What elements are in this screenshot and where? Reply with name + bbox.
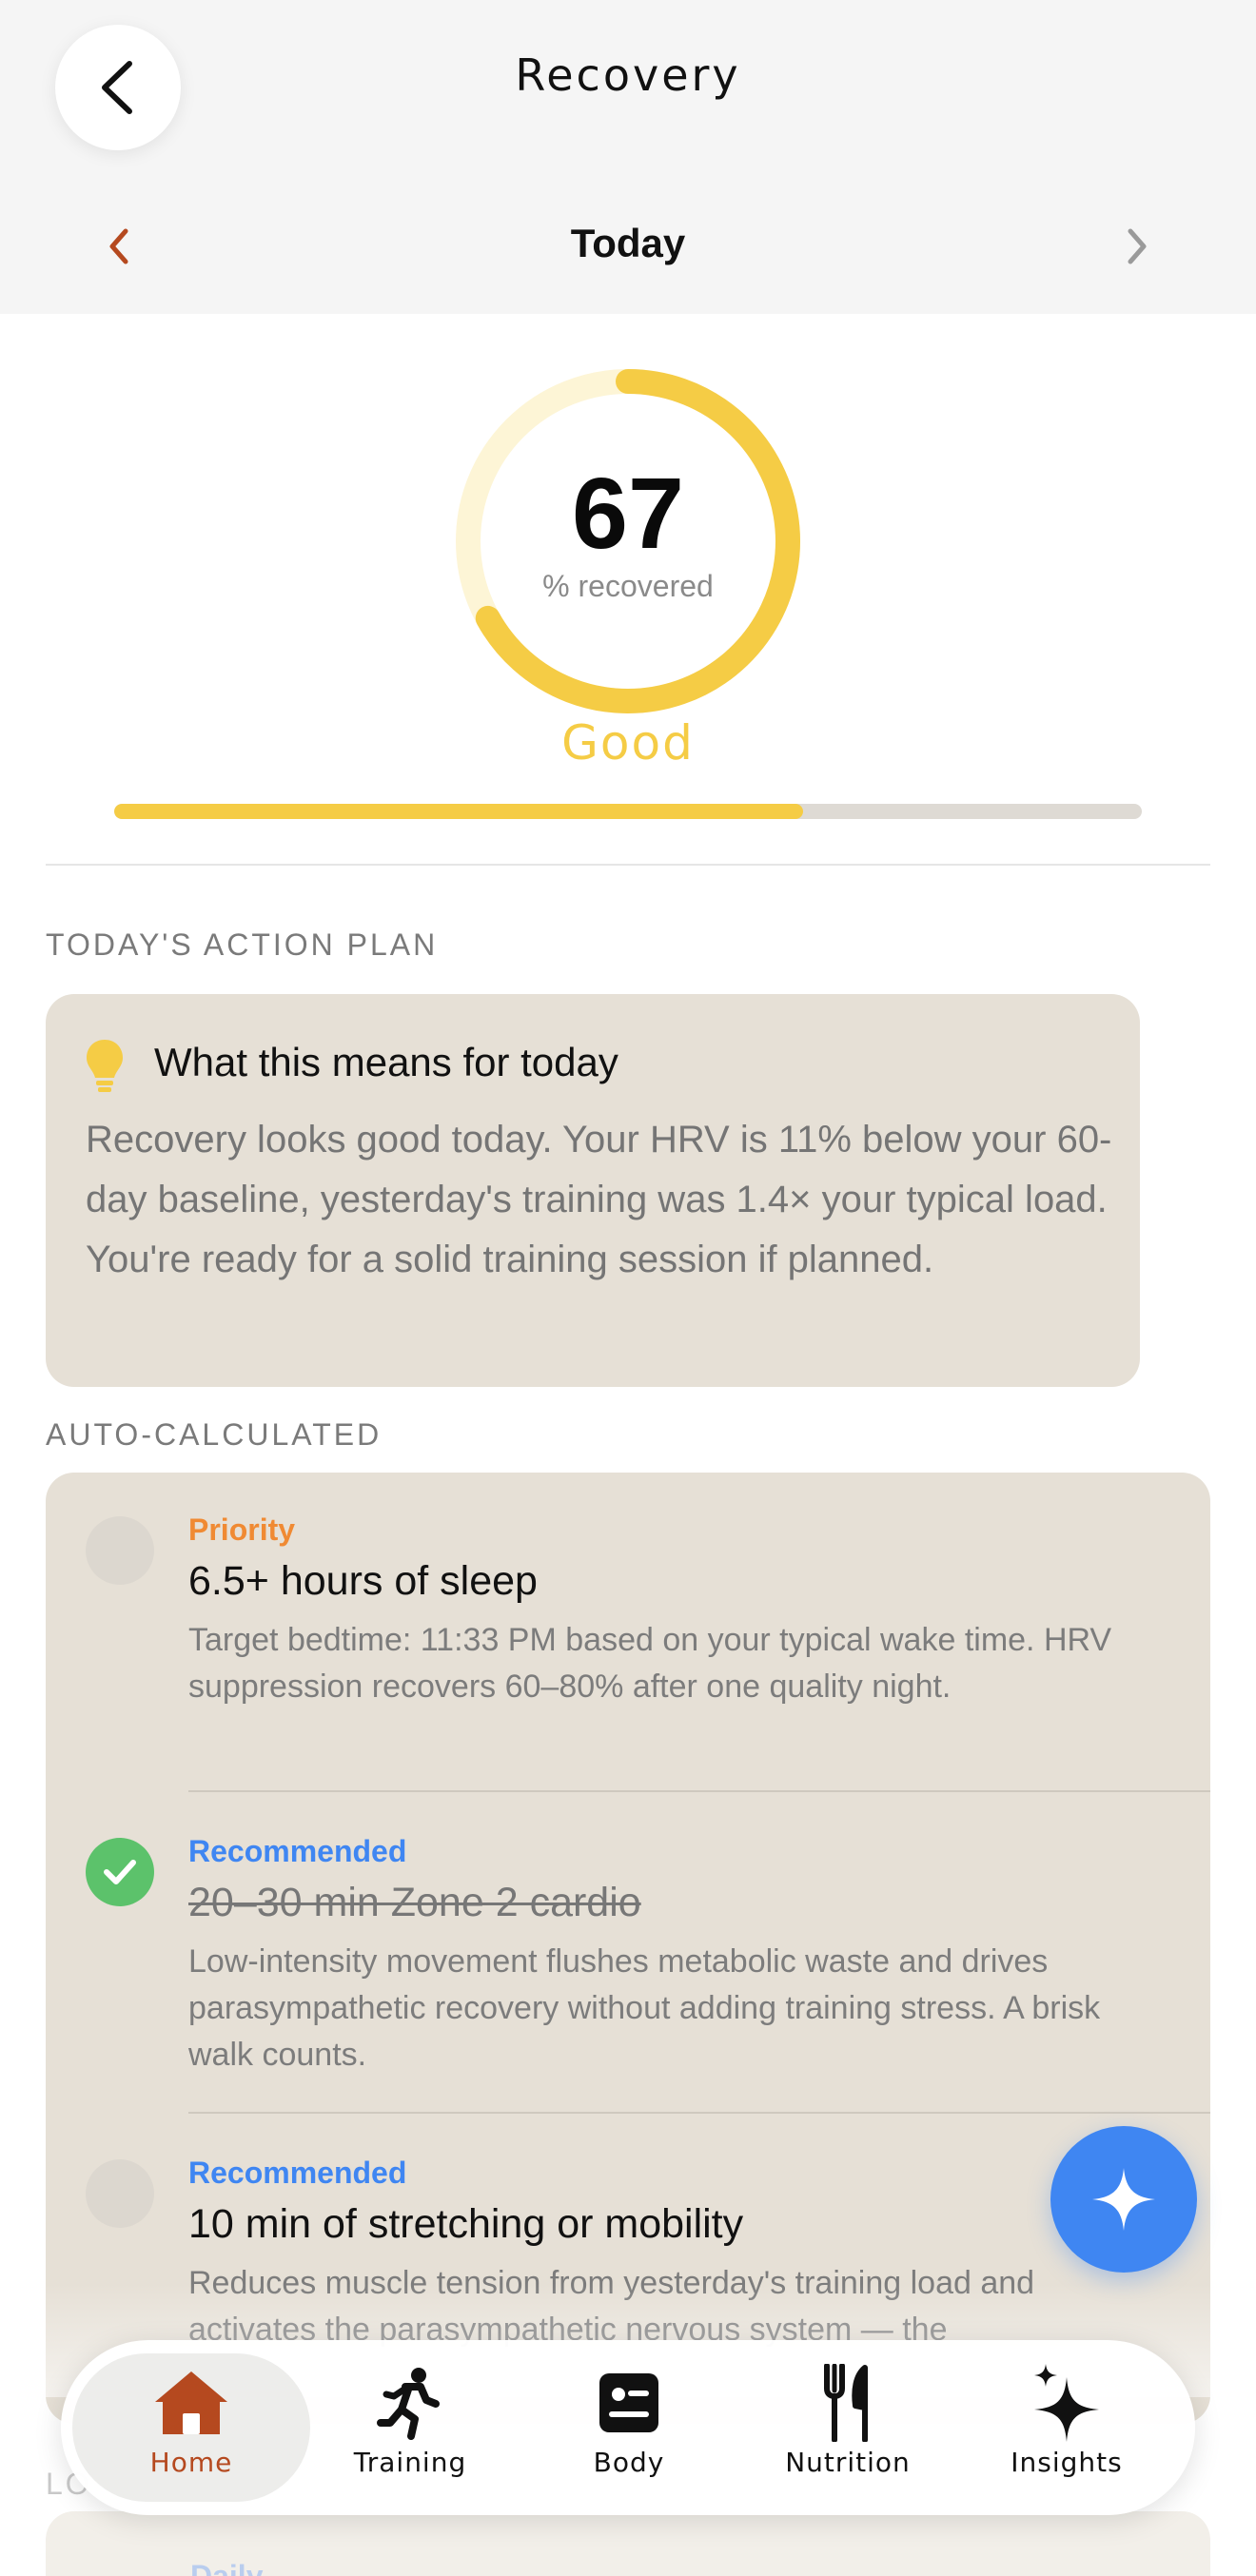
task-divider: [188, 2112, 1210, 2114]
running-icon: [301, 2365, 520, 2441]
tab-label: Home: [149, 2447, 233, 2478]
top-bar: Recovery Today: [0, 0, 1256, 314]
tab-training[interactable]: Training: [301, 2340, 520, 2515]
tab-home[interactable]: Home: [82, 2340, 301, 2515]
task-checkbox[interactable]: [86, 2159, 154, 2228]
tab-label: Training: [353, 2447, 467, 2478]
task-title: 10 min of stretching or mobility: [188, 2201, 744, 2247]
recovery-progress-bar: [114, 804, 1142, 819]
recovery-progress-fill: [114, 804, 803, 819]
tab-body[interactable]: Body: [520, 2340, 738, 2515]
divider: [46, 864, 1210, 866]
task-tag: Recommended: [188, 1834, 407, 1868]
next-day-button[interactable]: [1113, 223, 1161, 270]
date-label: Today: [570, 221, 686, 265]
action-plan-title: What this means for today: [154, 1040, 618, 1084]
date-navigator: Today: [0, 217, 1256, 278]
task-divider: [188, 1790, 1210, 1792]
task-tag: Priority: [188, 1512, 296, 1547]
action-plan-card: What this means for today Recovery looks…: [46, 994, 1140, 1387]
task-checkbox-checked[interactable]: [86, 1838, 154, 1906]
action-plan-section-label: TODAY'S ACTION PLAN: [46, 927, 439, 962]
ai-assistant-button[interactable]: [1050, 2126, 1197, 2273]
tab-bar: Home Training Body Nutrition Insights: [61, 2340, 1195, 2515]
recovery-value: 67: [572, 458, 684, 570]
tab-insights[interactable]: Insights: [957, 2340, 1176, 2515]
page-title: Recovery: [515, 49, 741, 101]
task-description: Target bedtime: 11:33 PM based on your t…: [188, 1622, 1112, 1705]
task-tag: Recommended: [188, 2156, 407, 2190]
lightbulb-icon: [87, 1040, 123, 1092]
recovery-unit: % recovered: [542, 569, 714, 603]
tab-label: Nutrition: [785, 2447, 911, 2478]
recovery-status: Good: [561, 715, 695, 771]
task-description: Low-intensity movement flushes metabolic…: [188, 1943, 1101, 2073]
task-title: 6.5+ hours of sleep: [188, 1558, 538, 1604]
home-icon: [82, 2365, 301, 2441]
checkmark-icon: [104, 1860, 136, 1884]
tab-label: Insights: [1011, 2447, 1123, 2478]
body-card-icon: [520, 2365, 738, 2441]
sparkle-icon: [1092, 2168, 1155, 2231]
auto-calculated-card: Priority 6.5+ hours of sleep Target bedt…: [46, 1473, 1210, 2424]
fork-knife-icon: [738, 2364, 957, 2442]
tab-nutrition[interactable]: Nutrition: [738, 2340, 957, 2515]
auto-calculated-section-label: AUTO-CALCULATED: [46, 1417, 383, 1452]
next-section-tag: Daily: [190, 2559, 264, 2576]
task-checkbox[interactable]: [86, 1516, 154, 1585]
chevron-right-icon: [1128, 228, 1147, 264]
action-plan-body: Recovery looks good today. Your HRV is 1…: [86, 1119, 1112, 1280]
tab-label: Body: [593, 2447, 665, 2478]
sparkles-icon: [957, 2364, 1176, 2442]
task-title: 20–30 min Zone 2 cardio: [188, 1880, 641, 1925]
